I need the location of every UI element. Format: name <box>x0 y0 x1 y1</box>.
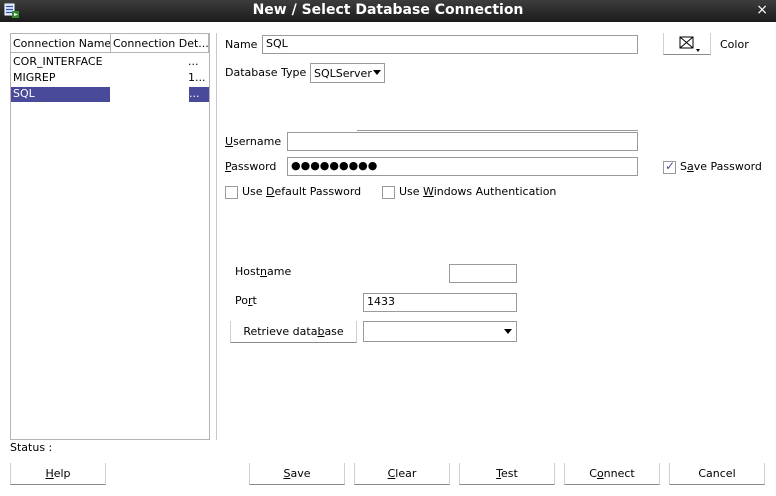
chevron-down-icon <box>504 329 512 334</box>
hostname-input[interactable] <box>449 264 517 283</box>
password-input[interactable]: ●●●●●●●●● <box>287 157 638 176</box>
username-input[interactable] <box>287 132 638 151</box>
database-type-value: SQLServer <box>314 67 372 80</box>
test-button[interactable]: Test <box>459 463 555 485</box>
connection-detail: 1... <box>188 71 206 84</box>
column-header-connection-details[interactable]: Connection Det... <box>111 34 209 53</box>
name-input[interactable]: SQL <box>262 35 638 54</box>
connection-name: SQL <box>11 87 110 102</box>
connection-name: COR_INTERFACE <box>13 55 103 68</box>
connection-row-cor-interface[interactable]: COR_INTERFACE ... <box>11 54 209 70</box>
title-bar: New / Select Database Connection × <box>0 0 776 22</box>
connection-detail: ... <box>189 87 209 102</box>
database-type-select[interactable]: SQLServer <box>310 63 385 83</box>
use-windows-authentication-checkbox[interactable] <box>382 186 395 199</box>
database-select[interactable] <box>363 321 517 342</box>
connection-row-migrep[interactable]: MIGREP 1... <box>11 70 209 86</box>
port-label: Port <box>235 294 257 307</box>
chevron-down-icon <box>373 70 381 75</box>
use-default-password-checkbox[interactable] <box>225 186 238 199</box>
panel-divider[interactable] <box>216 33 217 440</box>
connect-button[interactable]: Connect <box>564 463 660 485</box>
database-type-label: Database Type <box>225 66 307 79</box>
connection-detail: ... <box>188 55 199 68</box>
username-label: Username <box>225 135 282 148</box>
close-icon[interactable]: × <box>756 2 768 18</box>
color-picker-icon <box>679 36 700 52</box>
hostname-label: Hostname <box>235 265 292 278</box>
port-input[interactable]: 1433 <box>363 293 517 312</box>
save-password-checkbox[interactable] <box>663 159 676 174</box>
name-label: Name <box>225 38 258 51</box>
save-button[interactable]: Save <box>249 463 345 485</box>
connection-list[interactable]: Connection Name Connection Det... COR_IN… <box>10 33 210 440</box>
retrieve-database-button[interactable]: Retrieve database <box>230 321 357 343</box>
window-title: New / Select Database Connection <box>252 2 524 18</box>
password-label: Password <box>225 160 277 173</box>
use-default-password-label: Use Default Password <box>242 185 362 198</box>
use-windows-authentication-label: Use Windows Authentication <box>399 185 557 198</box>
cancel-button[interactable]: Cancel <box>669 463 765 485</box>
connection-row-sql[interactable]: SQL ... <box>11 86 209 102</box>
column-header-connection-name[interactable]: Connection Name <box>11 34 111 53</box>
clear-button[interactable]: Clear <box>354 463 450 485</box>
help-button[interactable]: Help <box>10 463 106 485</box>
status-label: Status : <box>10 441 53 454</box>
color-picker-button[interactable] <box>663 33 711 55</box>
save-password-label: Save Password <box>680 160 762 173</box>
color-label: Color <box>720 38 749 51</box>
username-field-border <box>357 130 638 131</box>
connection-name: MIGREP <box>13 71 56 84</box>
